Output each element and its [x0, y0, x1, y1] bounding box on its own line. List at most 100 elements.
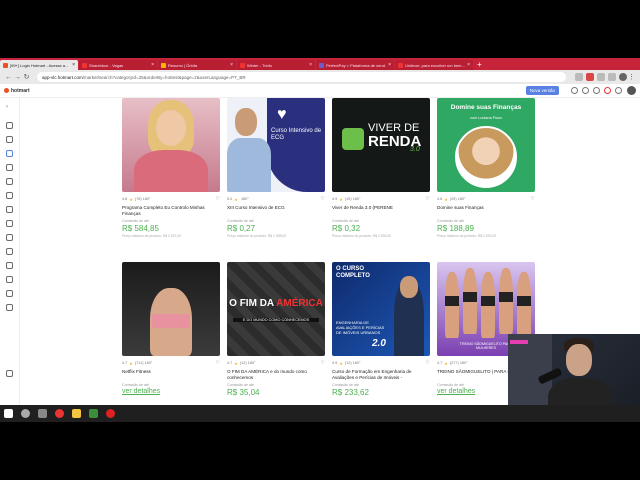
close-icon[interactable]: × [309, 62, 312, 68]
commission-label: Comissão de até [227, 383, 254, 387]
product-card[interactable]: 4.7 ★ (711) 180° ♡ Netflix Fitness Comissão… [122, 262, 220, 395]
product-thumbnail[interactable] [122, 262, 220, 356]
chrome-icon[interactable] [55, 409, 64, 418]
product-card[interactable]: 4.8 ★ (78) 180° ♡ Programa Completo Eu Cont… [122, 98, 220, 238]
tab-unilever[interactable]: Unilever, para escolher um bem... × [395, 60, 473, 70]
product-card[interactable]: O FIM DA AMÉRICA E DO MUNDO COMO CONHECE… [227, 262, 325, 397]
app-icon[interactable] [89, 409, 98, 418]
tab-orbita[interactable]: Resumo | Órbita × [158, 60, 236, 70]
commission-label: Comissão de até [437, 219, 464, 223]
heart-icon[interactable]: ♡ [321, 360, 325, 366]
product-title[interactable]: Programa Completo Eu Controlo Minhas Fin… [122, 205, 220, 217]
commission-label: Comissão de até [227, 219, 254, 223]
product-card[interactable]: VIVER DE RENDA 3.0 4.9 ★ (15) 180° ♡ Viver d… [332, 98, 430, 238]
product-thumbnail[interactable]: O FIM DA AMÉRICA E DO MUNDO COMO CONHECE… [227, 262, 325, 356]
puzzle-icon[interactable] [608, 73, 616, 81]
integrations-icon[interactable] [6, 290, 13, 297]
heart-icon[interactable]: ♡ [216, 360, 220, 366]
close-icon[interactable]: × [230, 62, 233, 68]
star-icon: ★ [444, 196, 448, 202]
avatar[interactable] [627, 86, 636, 95]
forward-icon[interactable]: → [13, 74, 22, 81]
view-details-link[interactable]: ver detalhes [122, 388, 220, 395]
products-icon[interactable] [6, 136, 13, 143]
rating: 4.6 ★ (25) 180° ♡ [437, 196, 535, 202]
commission-price: R$ 35,04 [227, 388, 260, 397]
folder-icon[interactable] [72, 409, 81, 418]
product-title[interactable]: Curso de Formação em Engenharia de Avali… [332, 369, 430, 381]
heart-icon[interactable]: ♡ [216, 196, 220, 202]
product-card[interactable]: Domine suas Finanças com Luciana Fioux 4… [437, 98, 535, 238]
tab-trello[interactable]: Winter - Trello × [237, 60, 315, 70]
product-title[interactable]: Domine suas Finanças [437, 205, 535, 217]
chat-icon[interactable] [6, 220, 13, 227]
star-icon: ★ [129, 360, 133, 366]
monitor-icon[interactable] [6, 370, 13, 377]
search-icon[interactable] [21, 409, 30, 418]
hotmart-logo[interactable]: hotmart [4, 88, 30, 94]
favicon-icon [161, 62, 166, 68]
messages-icon[interactable] [615, 87, 622, 94]
windows-start-icon[interactable] [4, 409, 13, 418]
heart-icon[interactable]: ♡ [321, 196, 325, 202]
apps-icon[interactable] [593, 87, 600, 94]
heart-icon[interactable]: ♡ [426, 360, 430, 366]
affiliates-icon[interactable] [6, 192, 13, 199]
extension-icon[interactable] [597, 73, 605, 81]
product-thumbnail[interactable]: Domine suas Finanças com Luciana Fioux [437, 98, 535, 192]
extension-icon[interactable] [575, 73, 583, 81]
close-icon[interactable]: × [388, 62, 391, 68]
close-icon[interactable]: × [467, 62, 470, 68]
menu-dots-icon[interactable]: ⋮ [627, 73, 636, 81]
profile-icon[interactable] [619, 73, 627, 81]
close-icon[interactable]: × [151, 62, 154, 68]
reload-icon[interactable]: ↻ [22, 73, 31, 81]
heart-icon[interactable]: ♡ [426, 196, 430, 202]
new-tab-button[interactable]: + [477, 60, 482, 70]
product-thumbnail[interactable]: ♥ Curso Intensivo de ECG [227, 98, 325, 192]
help-icon[interactable] [571, 87, 578, 94]
commission-label: Comissão de até [122, 219, 149, 223]
heart-icon[interactable]: ♡ [531, 196, 535, 202]
commission-price: R$ 233,62 [332, 388, 369, 397]
max-price: Preço máximo do produto: R$ 1.998,00 [227, 234, 287, 238]
learning-icon[interactable] [6, 262, 13, 269]
new-version-button[interactable]: Nova versão [525, 86, 559, 95]
tab-hotmart[interactable]: [99+] Login Hotmart - Acesse a... × [0, 60, 78, 70]
product-thumbnail[interactable]: VIVER DE RENDA 3.0 [332, 98, 430, 192]
product-thumbnail[interactable] [122, 98, 220, 192]
rating: 4.8 ★ (78) 180° ♡ [122, 196, 220, 202]
tab-shareidoor[interactable]: Shareidoor - Vagas × [79, 60, 157, 70]
settings-icon[interactable] [582, 87, 589, 94]
commission-label: Comissão de até [332, 219, 359, 223]
tools-icon[interactable] [6, 206, 13, 213]
chevron-right-icon[interactable]: › [6, 104, 13, 111]
wallet-icon[interactable] [6, 234, 13, 241]
tab-perfectpay[interactable]: PerfectPay > Plataforma de vend... × [316, 60, 394, 70]
close-icon[interactable]: × [72, 62, 75, 68]
back-icon[interactable]: ← [4, 74, 13, 81]
analytics-icon[interactable] [6, 178, 13, 185]
sidebar: › [0, 98, 20, 422]
url-input[interactable]: app-vlc.hotmart.com/market/search?catego… [37, 72, 566, 82]
extension-icon[interactable] [586, 73, 594, 81]
product-title[interactable]: XIII Curso Intensivo de ECG [227, 205, 325, 217]
members-icon[interactable] [6, 248, 13, 255]
heart-pulse-icon: ♥ [277, 106, 287, 123]
product-card[interactable]: ♥ Curso Intensivo de ECG 5.0 ★ 180° ♡ XIII… [227, 98, 325, 238]
product-card[interactable]: O CURSO COMPLETO ENGENHARIA DE AVALIAÇÕE… [332, 262, 430, 397]
task-view-icon[interactable] [38, 409, 47, 418]
product-title[interactable]: O FIM DA AMÉRICA e do mundo como conhece… [227, 369, 325, 381]
product-title[interactable]: Netflix Fitness [122, 369, 220, 381]
market-icon[interactable] [6, 150, 13, 157]
record-icon[interactable] [106, 409, 115, 418]
favicon-icon [319, 62, 324, 68]
sales-icon[interactable] [6, 164, 13, 171]
dashboard-icon[interactable] [6, 122, 13, 129]
rating: 5.0 ★ 180° ♡ [227, 196, 325, 202]
product-title[interactable]: Viver de Renda 3.0 (PERENE [332, 205, 430, 217]
notifications-icon[interactable] [604, 87, 611, 94]
store-icon[interactable] [6, 276, 13, 283]
product-thumbnail[interactable]: O CURSO COMPLETO ENGENHARIA DE AVALIAÇÕE… [332, 262, 430, 356]
config-icon[interactable] [6, 304, 13, 311]
